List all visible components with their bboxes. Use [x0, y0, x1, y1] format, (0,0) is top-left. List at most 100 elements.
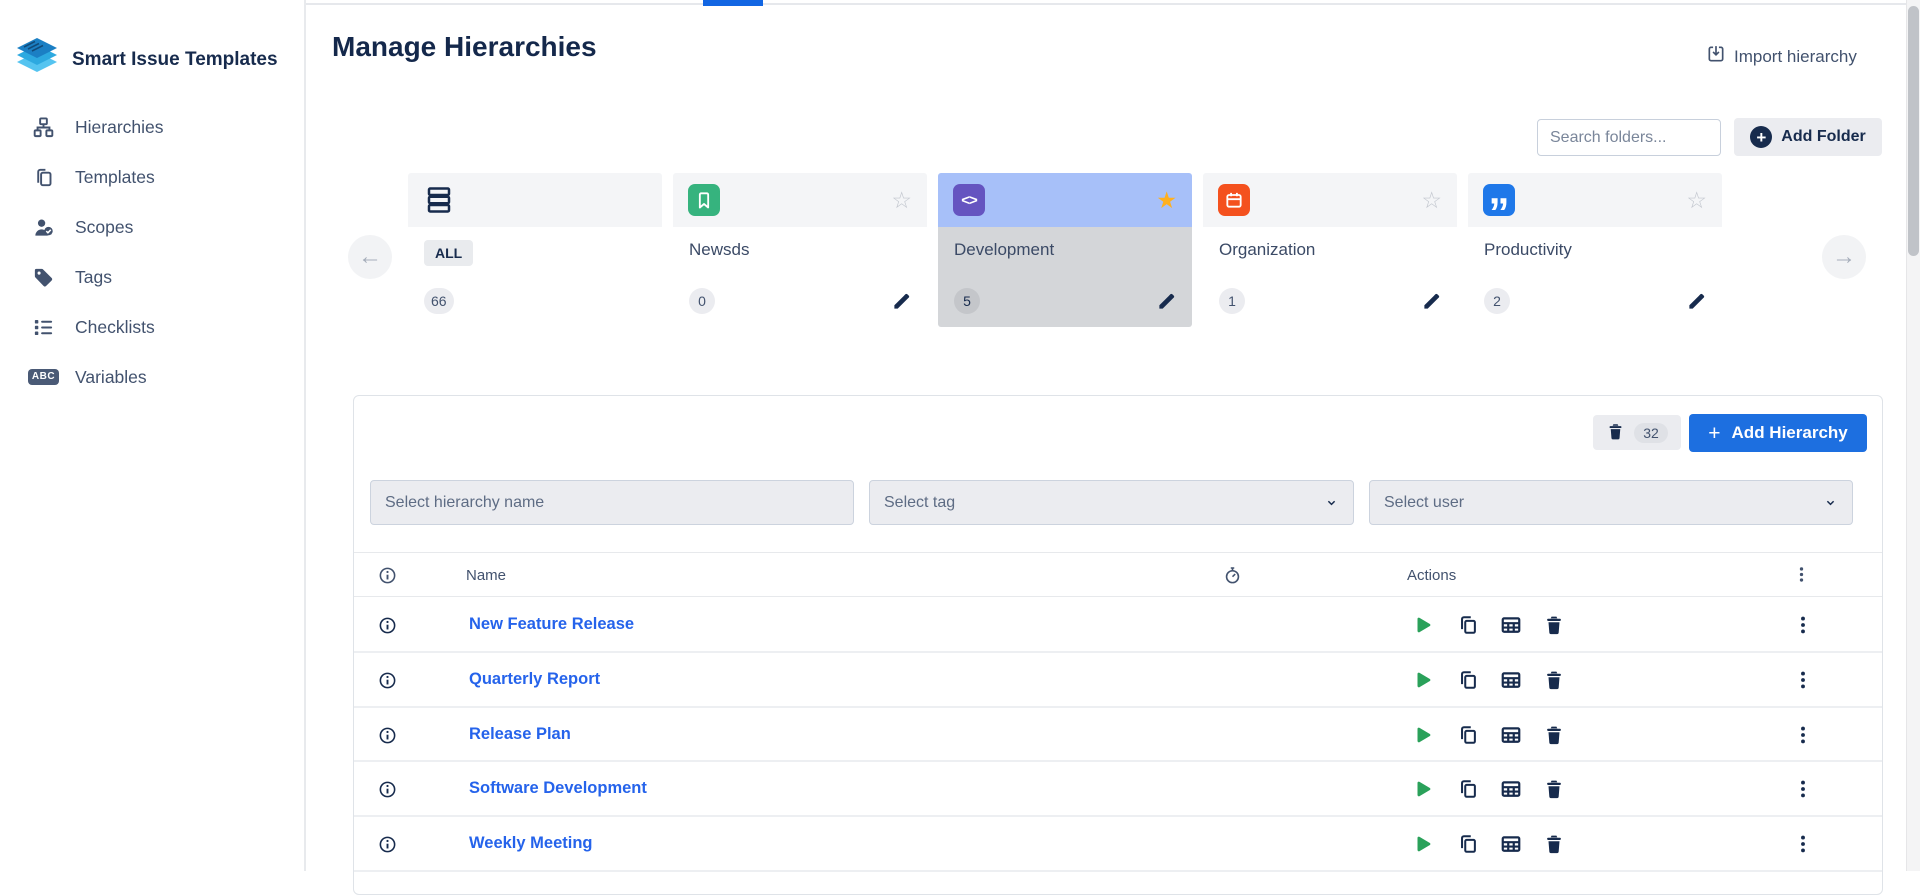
hierarchy-name-link[interactable]: Quarterly Report [469, 670, 600, 689]
app-brand[interactable]: Smart Issue Templates [14, 36, 278, 83]
pencil-icon[interactable] [1157, 292, 1176, 311]
star-icon[interactable]: ☆ [891, 189, 912, 212]
kebab-icon[interactable] [1792, 833, 1814, 855]
filters-row: Select tag Select user [354, 480, 1882, 525]
folder-card-all[interactable]: ALL 66 [408, 173, 662, 327]
kebab-icon[interactable] [1792, 669, 1814, 691]
copy-icon[interactable] [1457, 669, 1479, 691]
folder-card-header [408, 173, 662, 227]
info-icon[interactable] [378, 671, 397, 690]
info-icon[interactable] [378, 780, 397, 799]
table-icon[interactable] [1500, 614, 1522, 636]
folder-card-newsds[interactable]: ☆ Newsds 0 [673, 173, 927, 327]
folder-card-body: Organization 1 [1203, 227, 1457, 327]
column-header-actions: Actions [1407, 567, 1456, 584]
folder-name: ALL [424, 240, 473, 266]
play-icon[interactable] [1412, 833, 1434, 855]
scrollbar-thumb[interactable] [1908, 6, 1919, 256]
copy-icon[interactable] [1457, 833, 1479, 855]
trash-icon[interactable] [1543, 724, 1565, 746]
trash-icon [1606, 422, 1625, 444]
table-icon[interactable] [1500, 833, 1522, 855]
bulk-trash-button[interactable]: 32 [1593, 415, 1681, 450]
trash-icon[interactable] [1543, 669, 1565, 691]
folder-name: Newsds [689, 240, 749, 260]
folder-count-badge: 2 [1484, 288, 1510, 314]
play-icon[interactable] [1412, 669, 1434, 691]
copy-icon[interactable] [1457, 724, 1479, 746]
sidebar-item-templates[interactable]: Templates [0, 152, 304, 202]
play-icon[interactable] [1412, 614, 1434, 636]
hierarchy-name-link[interactable]: Software Development [469, 779, 647, 798]
arrow-right-icon: → [1832, 243, 1856, 271]
sidebar-item-checklists[interactable]: Checklists [0, 302, 304, 352]
trash-icon[interactable] [1543, 778, 1565, 800]
tag-filter-placeholder: Select tag [884, 494, 955, 512]
info-icon[interactable] [378, 835, 397, 854]
table-icon[interactable] [1500, 778, 1522, 800]
scrollbar[interactable] [1906, 0, 1920, 871]
folder-card-body: Development 5 [938, 227, 1192, 327]
pencil-icon[interactable] [1687, 292, 1706, 311]
search-folders-input[interactable] [1537, 119, 1721, 156]
sidebar-item-hierarchies[interactable]: Hierarchies [0, 102, 304, 152]
table-icon[interactable] [1500, 669, 1522, 691]
add-folder-button[interactable]: + Add Folder [1734, 118, 1882, 156]
layers-icon [14, 36, 60, 83]
arrow-left-icon: ← [358, 243, 382, 271]
sidebar-item-tags[interactable]: Tags [0, 252, 304, 302]
star-icon[interactable]: ☆ [1686, 189, 1707, 212]
star-icon[interactable]: ★ [1156, 189, 1177, 212]
table-header: Name Actions [354, 552, 1882, 597]
import-hierarchy-button[interactable]: Import hierarchy [1706, 44, 1857, 69]
table-row: Release Plan [354, 708, 1882, 763]
star-icon[interactable]: ☆ [1421, 189, 1442, 212]
folder-count-badge: 66 [424, 288, 454, 314]
trash-icon[interactable] [1543, 833, 1565, 855]
folder-card-productivity[interactable]: ” ☆ Productivity 2 [1468, 173, 1722, 327]
hierarchy-name-link[interactable]: Release Plan [469, 725, 571, 744]
stopwatch-icon[interactable] [1223, 566, 1242, 585]
copy-icon[interactable] [1457, 778, 1479, 800]
folder-card-header: ” ☆ [1468, 173, 1722, 227]
kebab-icon[interactable] [1792, 614, 1814, 636]
hierarchy-name-link[interactable]: Weekly Meeting [469, 834, 592, 853]
user-filter-select[interactable]: Select user [1369, 480, 1853, 525]
sidebar-item-scopes[interactable]: Scopes [0, 202, 304, 252]
templates-icon [31, 165, 56, 190]
hierarchy-name-filter-input[interactable] [370, 480, 854, 525]
tag-filter-select[interactable]: Select tag [869, 480, 1354, 525]
kebab-icon[interactable] [1792, 778, 1814, 800]
pencil-icon[interactable] [892, 292, 911, 311]
folder-count-badge: 1 [1219, 288, 1245, 314]
scroll-left-button[interactable]: ← [348, 235, 392, 279]
chevron-down-icon [1823, 495, 1838, 510]
info-icon[interactable] [378, 726, 397, 745]
kebab-icon[interactable] [1792, 724, 1814, 746]
folder-count-badge: 0 [689, 288, 715, 314]
folder-card-organization[interactable]: ☆ Organization 1 [1203, 173, 1457, 327]
checklist-icon [31, 315, 56, 340]
sidebar: Smart Issue Templates Hierarchies Templa… [0, 0, 306, 871]
table-row: Quarterly Report [354, 653, 1882, 708]
copy-icon[interactable] [1457, 614, 1479, 636]
table-icon[interactable] [1500, 724, 1522, 746]
folder-card-development[interactable]: <> ★ Development 5 [938, 173, 1192, 327]
info-icon[interactable] [378, 616, 397, 635]
sidebar-item-variables[interactable]: ABC Variables [0, 352, 304, 402]
trash-icon[interactable] [1543, 614, 1565, 636]
bookmark-icon [688, 184, 720, 216]
hierarchy-name-link[interactable]: New Feature Release [469, 615, 634, 634]
play-icon[interactable] [1412, 724, 1434, 746]
folder-card-header: ☆ [673, 173, 927, 227]
play-icon[interactable] [1412, 778, 1434, 800]
folder-card-header: ☆ [1203, 173, 1457, 227]
info-icon [378, 566, 397, 585]
trash-count-badge: 32 [1634, 423, 1668, 443]
pencil-icon[interactable] [1422, 292, 1441, 311]
column-header-name[interactable]: Name [466, 567, 506, 584]
kebab-icon[interactable] [1792, 565, 1811, 584]
add-hierarchy-button[interactable]: + Add Hierarchy [1689, 414, 1867, 452]
user-check-icon [31, 215, 56, 240]
scroll-right-button[interactable]: → [1822, 235, 1866, 279]
